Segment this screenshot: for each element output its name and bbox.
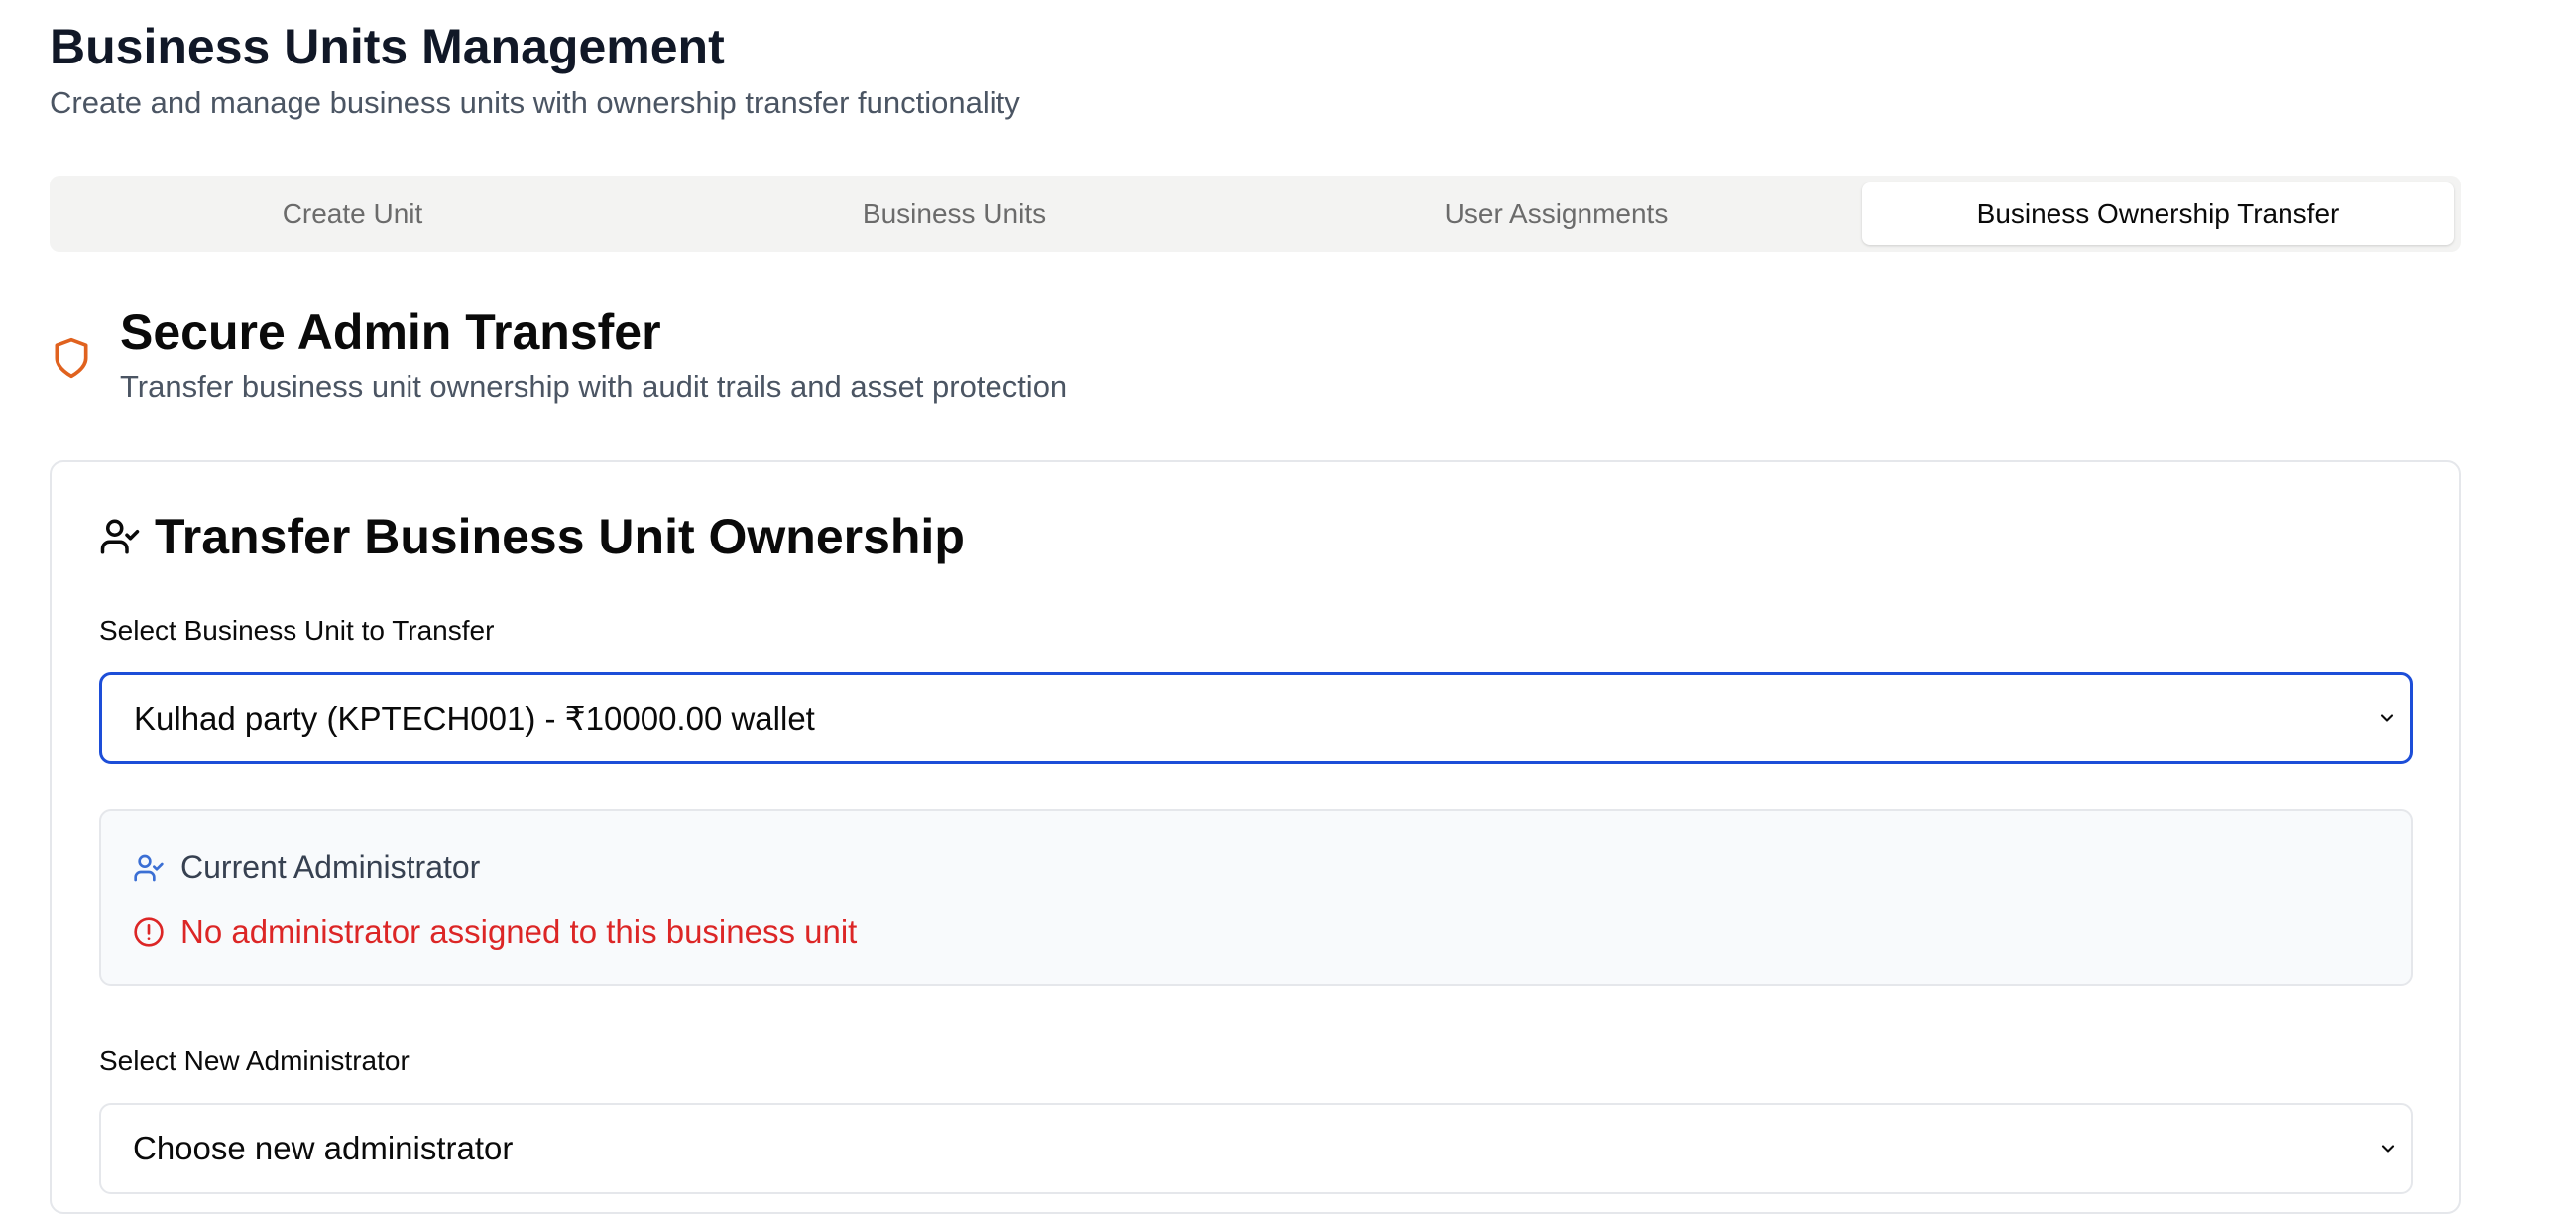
transfer-card: Transfer Business Unit Ownership Select … <box>50 460 2461 1214</box>
alert-circle-icon <box>134 917 164 947</box>
unit-select-label: Select Business Unit to Transfer <box>99 615 495 646</box>
tab-list: Create Unit Business Units User Assignme… <box>50 176 2461 252</box>
current-admin-panel: Current Administrator No administrator a… <box>99 809 2413 986</box>
business-unit-select[interactable]: Kulhad party (KPTECH001) - ₹10000.00 wal… <box>99 672 2413 764</box>
shield-icon <box>55 337 88 379</box>
tab-create-unit[interactable]: Create Unit <box>57 182 648 245</box>
tab-user-assignments[interactable]: User Assignments <box>1260 182 1852 245</box>
page-subtitle: Create and manage business units with ow… <box>50 85 1020 120</box>
chevron-down-icon <box>2381 1145 2395 1153</box>
user-check-icon <box>134 854 164 881</box>
section-subtitle: Transfer business unit ownership with au… <box>120 369 1068 404</box>
section-title: Secure Admin Transfer <box>120 304 661 360</box>
tab-business-units[interactable]: Business Units <box>658 182 1250 245</box>
card-header: Transfer Business Unit Ownership <box>99 502 965 571</box>
current-admin-heading: Current Administrator <box>180 849 481 885</box>
no-admin-warning-row: No administrator assigned to this busine… <box>133 913 857 951</box>
chevron-down-icon <box>2380 714 2394 722</box>
no-admin-warning: No administrator assigned to this busine… <box>180 913 858 950</box>
user-check-icon <box>100 519 140 554</box>
business-unit-select-value: Kulhad party (KPTECH001) - ₹10000.00 wal… <box>134 699 815 737</box>
new-admin-select[interactable]: Choose new administrator <box>99 1103 2413 1194</box>
card-title: Transfer Business Unit Ownership <box>155 509 965 564</box>
new-admin-select-placeholder: Choose new administrator <box>133 1130 514 1166</box>
new-admin-select-label: Select New Administrator <box>99 1045 410 1076</box>
page-title: Business Units Management <box>50 19 725 74</box>
current-admin-heading-row: Current Administrator <box>133 849 480 886</box>
tab-business-ownership-transfer[interactable]: Business Ownership Transfer <box>1862 182 2454 245</box>
